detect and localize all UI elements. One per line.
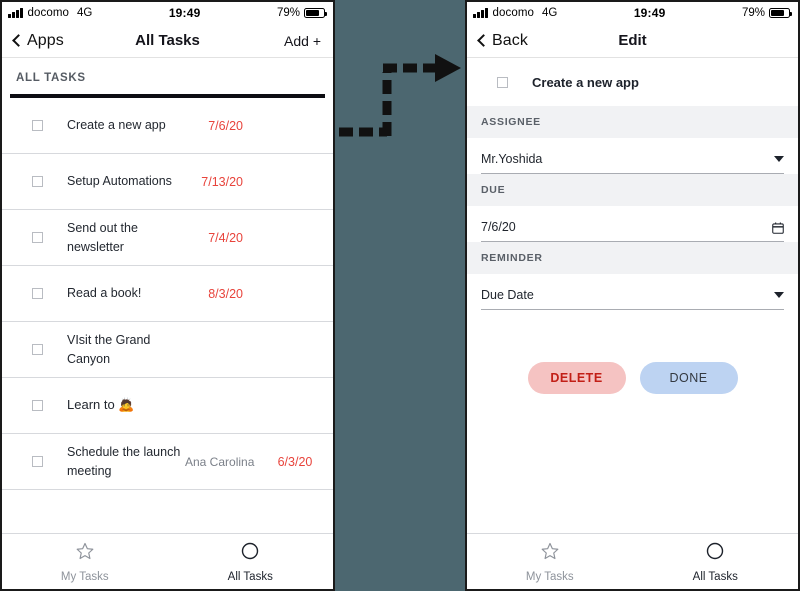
edit-task-title-row: Create a new app <box>467 58 798 106</box>
status-bar-right-group: 79% <box>276 7 327 19</box>
right-phone-screen: docomo 4G 19:49 79% Back Edit Create a n… <box>465 0 800 591</box>
back-button-apps[interactable]: Apps <box>12 31 64 50</box>
task-due-date: 6/3/20 <box>277 454 313 469</box>
tab-bar-left: My Tasks All Tasks <box>2 533 333 589</box>
battery-icon <box>769 7 792 19</box>
due-date-field[interactable]: 7/6/20 <box>481 206 784 242</box>
task-title: Schedule the launch meeting <box>67 445 181 478</box>
reminder-dropdown[interactable]: Due Date <box>481 274 784 310</box>
dashed-elbow-arrow-right <box>335 40 465 160</box>
status-bar-right: docomo 4G 19:49 79% <box>467 2 798 24</box>
task-title: Create a new app <box>67 118 166 133</box>
edit-task-title: Create a new app <box>532 74 639 90</box>
delete-button[interactable]: DELETE <box>527 362 626 394</box>
battery-percent-label: 79% <box>276 7 300 19</box>
task-list[interactable]: Create a new app 7/6/20 Setup Automation… <box>2 98 333 533</box>
assignee-value: Mr.Yoshida <box>481 152 543 166</box>
network-label: 4G <box>542 7 558 19</box>
battery-percent-label: 79% <box>741 7 765 19</box>
task-title: Send out the newsletter <box>67 221 138 254</box>
tab-label: All Tasks <box>227 570 273 583</box>
clock-label: 19:49 <box>633 6 666 20</box>
table-row[interactable]: Send out the newsletter 7/4/20 <box>2 210 333 266</box>
annotation-panel <box>335 0 465 591</box>
clock-label: 19:49 <box>168 6 201 20</box>
caret-down-icon <box>774 156 784 162</box>
signal-bars-icon <box>473 8 488 18</box>
add-task-button[interactable]: Add + <box>284 33 321 49</box>
task-checkbox[interactable] <box>497 76 508 88</box>
task-due-date: 7/13/20 <box>201 174 243 189</box>
signal-bars-icon <box>8 8 23 18</box>
table-row[interactable]: Create a new app 7/6/20 <box>2 98 333 154</box>
task-title: VIsit the Grand Canyon <box>67 333 151 366</box>
edit-form: Create a new app ASSIGNEE Mr.Yoshida DUE… <box>467 58 798 533</box>
tab-my-tasks[interactable]: My Tasks <box>467 541 633 583</box>
field-label-due: DUE <box>467 174 798 206</box>
screenshot-stage: docomo 4G 19:49 79% Apps All Tasks Add +… <box>0 0 800 591</box>
section-header-all-tasks: ALL TASKS <box>16 72 86 84</box>
chevron-left-icon <box>12 34 25 47</box>
task-checkbox[interactable] <box>32 456 43 467</box>
field-label-assignee: ASSIGNEE <box>467 106 798 138</box>
task-assignee: Ana Carolina <box>185 454 255 469</box>
action-button-row: DELETE DONE <box>467 362 798 394</box>
reminder-value: Due Date <box>481 288 534 302</box>
tab-bar-right: My Tasks All Tasks <box>467 533 798 589</box>
task-checkbox[interactable] <box>32 288 43 299</box>
task-title: Learn to 🙇 <box>67 397 135 413</box>
table-row[interactable]: Setup Automations 7/13/20 <box>2 154 333 210</box>
task-due-date: 8/3/20 <box>208 286 243 301</box>
back-button[interactable]: Back <box>477 31 528 50</box>
tab-label: My Tasks <box>525 570 574 583</box>
circle-icon <box>240 541 260 566</box>
task-due-date: 7/4/20 <box>208 230 243 245</box>
tab-label: All Tasks <box>692 570 738 583</box>
task-checkbox[interactable] <box>32 120 43 131</box>
tab-all-tasks[interactable]: All Tasks <box>633 541 799 583</box>
back-button-label: Back <box>492 31 528 49</box>
assignee-dropdown[interactable]: Mr.Yoshida <box>481 138 784 174</box>
caret-down-icon <box>774 292 784 298</box>
table-row[interactable]: Schedule the launch meeting Ana Carolina… <box>2 434 333 490</box>
star-icon <box>75 541 95 566</box>
carrier-label: docomo <box>492 7 535 19</box>
battery-icon <box>304 7 327 19</box>
back-button-label: Apps <box>27 31 64 49</box>
tab-my-tasks[interactable]: My Tasks <box>2 541 168 583</box>
task-title: Setup Automations <box>67 174 172 189</box>
table-row[interactable]: Learn to 🙇 <box>2 378 333 434</box>
tab-all-tasks[interactable]: All Tasks <box>168 541 334 583</box>
network-label: 4G <box>77 7 93 19</box>
task-due-date: 7/6/20 <box>208 118 243 133</box>
status-bar-right-group: 79% <box>741 7 792 19</box>
task-checkbox[interactable] <box>32 232 43 243</box>
circle-icon <box>705 541 725 566</box>
status-bar-left-group: docomo 4G <box>473 7 557 19</box>
nav-bar-left: Apps All Tasks Add + <box>2 24 333 58</box>
table-row[interactable]: Read a book! 8/3/20 <box>2 266 333 322</box>
due-date-value: 7/6/20 <box>481 220 516 234</box>
chevron-left-icon <box>477 34 490 47</box>
status-bar-left-group: docomo 4G <box>8 7 92 19</box>
field-label-reminder: REMINDER <box>467 242 798 274</box>
star-icon <box>540 541 560 566</box>
left-phone-screen: docomo 4G 19:49 79% Apps All Tasks Add +… <box>0 0 335 591</box>
task-title: Read a book! <box>67 286 142 301</box>
status-bar-left: docomo 4G 19:49 79% <box>2 2 333 24</box>
carrier-label: docomo <box>27 7 70 19</box>
task-checkbox[interactable] <box>32 176 43 187</box>
done-button[interactable]: DONE <box>639 362 738 394</box>
task-checkbox[interactable] <box>32 400 43 411</box>
calendar-icon[interactable] <box>771 221 784 234</box>
task-checkbox[interactable] <box>32 344 43 355</box>
table-row[interactable]: VIsit the Grand Canyon <box>2 322 333 378</box>
nav-bar-right: Back Edit <box>467 24 798 58</box>
tab-label: My Tasks <box>60 570 109 583</box>
